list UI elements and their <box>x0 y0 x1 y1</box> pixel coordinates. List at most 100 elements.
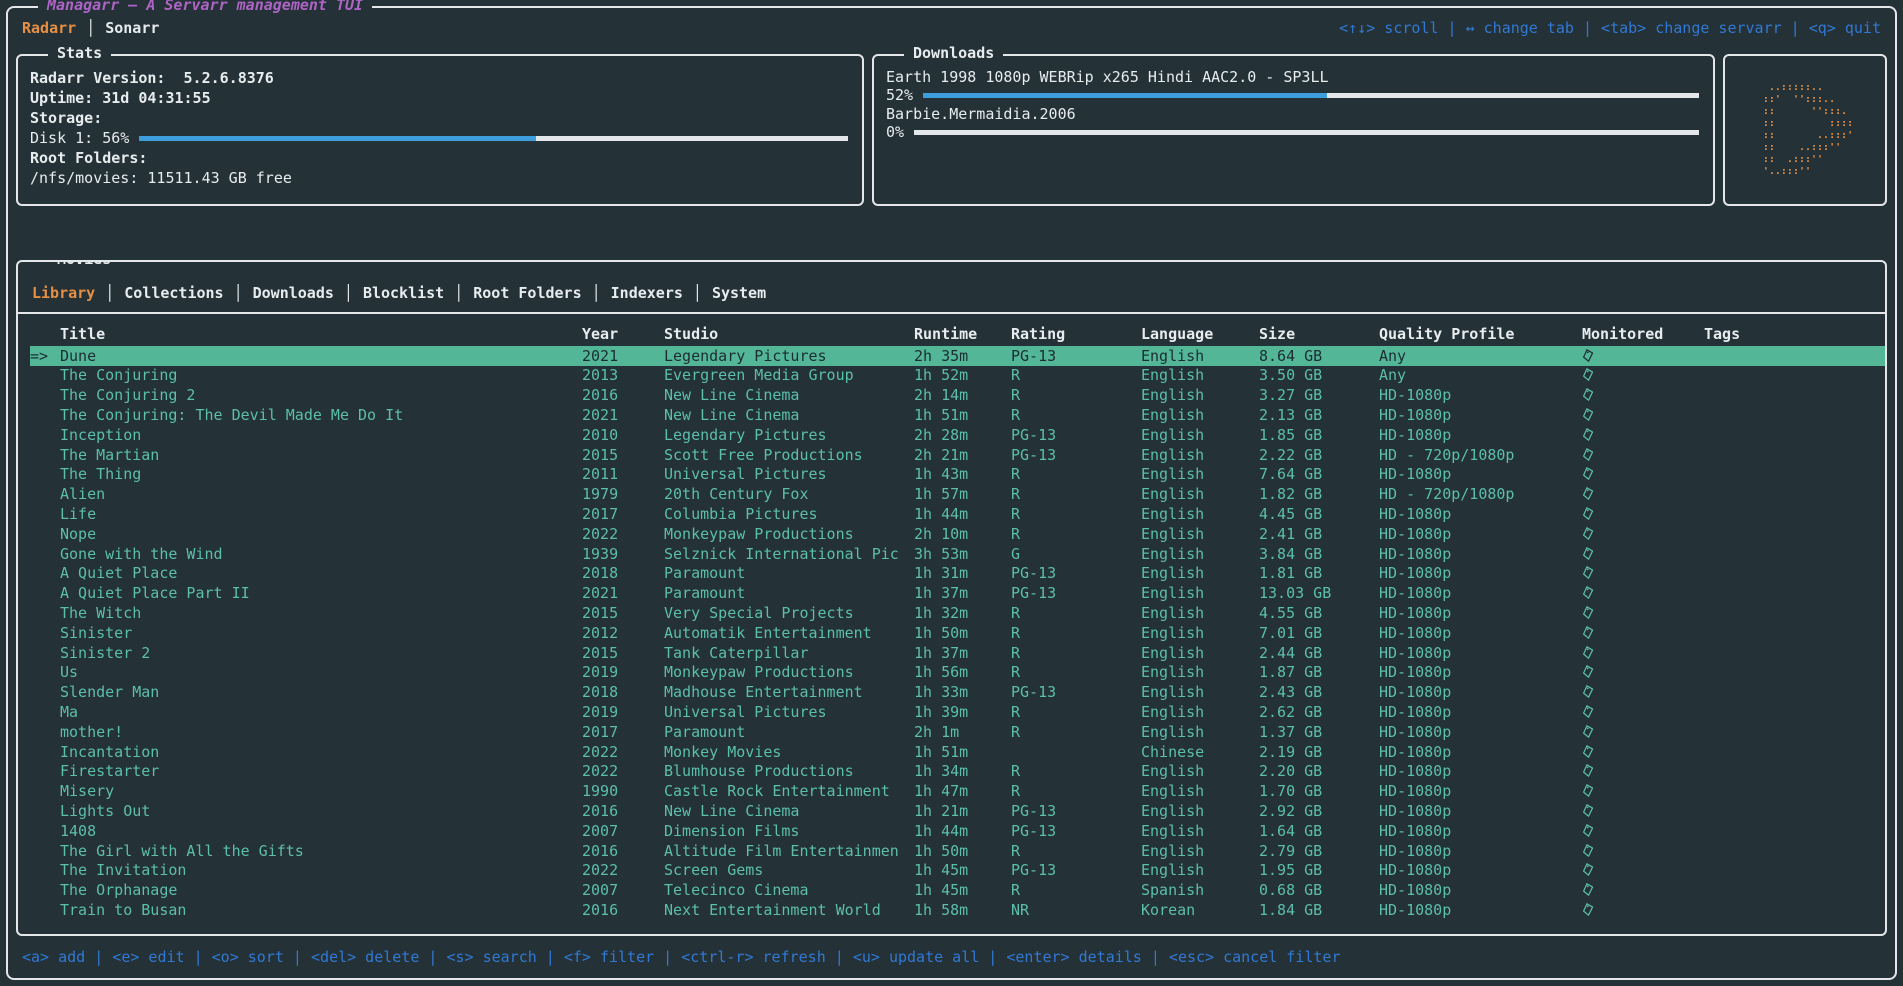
movie-title: Misery <box>60 782 582 800</box>
movie-studio: Paramount <box>664 584 914 602</box>
tag-icon <box>1582 427 1595 442</box>
movie-year: 2018 <box>582 683 664 701</box>
tab-system[interactable]: System <box>712 284 766 302</box>
table-row[interactable]: Alien197920th Century Fox1h 57mREnglish1… <box>30 484 1885 504</box>
table-row[interactable]: The Martian2015Scott Free Productions2h … <box>30 445 1885 465</box>
table-row[interactable]: The Witch2015Very Special Projects1h 32m… <box>30 603 1885 623</box>
col-language: Language <box>1141 325 1259 343</box>
movie-runtime: 2h 28m <box>914 426 1011 444</box>
movie-language: English <box>1141 842 1259 860</box>
movie-quality-profile: HD-1080p <box>1379 782 1582 800</box>
movie-year: 2011 <box>582 465 664 483</box>
tab-separator: │ <box>582 284 611 302</box>
movie-language: English <box>1141 465 1259 483</box>
table-row[interactable]: Slender Man2018Madhouse Entertainment1h … <box>30 682 1885 702</box>
movie-year: 1990 <box>582 782 664 800</box>
movie-studio: Legendary Pictures <box>664 426 914 444</box>
managarr-play-logo-icon: ..:::::.. ::' '':::.. :: '':::. :: :::: … <box>1757 82 1853 178</box>
movie-rating: R <box>1011 782 1141 800</box>
table-row[interactable]: The Orphanage2007Telecinco Cinema1h 45mR… <box>30 880 1885 900</box>
download-progressbar <box>914 130 1699 135</box>
tag-icon <box>1582 526 1595 541</box>
movie-size: 1.70 GB <box>1259 782 1379 800</box>
tag-icon <box>1582 862 1595 877</box>
movie-runtime: 1h 45m <box>914 861 1011 879</box>
movie-language: English <box>1141 782 1259 800</box>
table-row[interactable]: Misery1990Castle Rock Entertainment1h 47… <box>30 781 1885 801</box>
movie-studio: Madhouse Entertainment <box>664 683 914 701</box>
table-row[interactable]: The Conjuring 22016New Line Cinema2h 14m… <box>30 385 1885 405</box>
table-row[interactable]: Sinister 22015Tank Caterpillar1h 37mREng… <box>30 643 1885 663</box>
movie-title: Gone with the Wind <box>60 545 582 563</box>
download-item-name: Earth 1998 1080p WEBRip x265 Hindi AAC2.… <box>886 68 1701 87</box>
movie-language: English <box>1141 505 1259 523</box>
table-row[interactable]: Nope2022Monkeypaw Productions2h 10mREngl… <box>30 524 1885 544</box>
table-row[interactable]: Train to Busan2016Next Entertainment Wor… <box>30 900 1885 920</box>
table-row[interactable]: Lights Out2016New Line Cinema1h 21mPG-13… <box>30 801 1885 821</box>
movie-language: English <box>1141 663 1259 681</box>
movie-title: Slender Man <box>60 683 582 701</box>
table-row[interactable]: The Invitation2022Screen Gems1h 45mPG-13… <box>30 861 1885 881</box>
table-row[interactable]: Incantation2022Monkey Movies1h 51mChines… <box>30 742 1885 762</box>
movie-studio: Automatik Entertainment <box>664 624 914 642</box>
stats-panel-title: Stats <box>48 44 111 62</box>
movie-monitored <box>1582 446 1704 464</box>
table-row[interactable]: mother!2017Paramount2h 1mREnglish1.37 GB… <box>30 722 1885 742</box>
tab-collections[interactable]: Collections <box>124 284 223 302</box>
movie-title: Ma <box>60 703 582 721</box>
movie-monitored <box>1582 683 1704 701</box>
movie-title: The Orphanage <box>60 881 582 899</box>
movie-year: 2022 <box>582 762 664 780</box>
tab-downloads[interactable]: Downloads <box>253 284 334 302</box>
tab-root-folders[interactable]: Root Folders <box>473 284 581 302</box>
table-row[interactable]: Life2017Columbia Pictures1h 44mREnglish4… <box>30 504 1885 524</box>
tag-icon <box>1582 348 1595 363</box>
tab-indexers[interactable]: Indexers <box>611 284 683 302</box>
table-row[interactable]: Inception2010Legendary Pictures2h 28mPG-… <box>30 425 1885 445</box>
movie-language: English <box>1141 703 1259 721</box>
movie-quality-profile: HD-1080p <box>1379 525 1582 543</box>
col-year: Year <box>582 325 664 343</box>
table-row[interactable]: The Conjuring2013Evergreen Media Group1h… <box>30 366 1885 386</box>
movie-size: 2.44 GB <box>1259 644 1379 662</box>
movie-rating: R <box>1011 703 1141 721</box>
movie-studio: New Line Cinema <box>664 386 914 404</box>
tag-icon <box>1582 585 1595 600</box>
movie-studio: Blumhouse Productions <box>664 762 914 780</box>
tab-sonarr[interactable]: Sonarr <box>105 19 159 37</box>
movie-studio: Altitude Film Entertainmen <box>664 842 914 860</box>
table-row[interactable]: Sinister2012Automatik Entertainment1h 50… <box>30 623 1885 643</box>
movie-quality-profile: HD-1080p <box>1379 802 1582 820</box>
table-row[interactable]: The Conjuring: The Devil Made Me Do It20… <box>30 405 1885 425</box>
movie-quality-profile: HD-1080p <box>1379 861 1582 879</box>
movie-year: 2016 <box>582 842 664 860</box>
movie-size: 2.62 GB <box>1259 703 1379 721</box>
tab-library[interactable]: Library <box>32 284 95 302</box>
tag-icon <box>1582 902 1595 917</box>
table-row[interactable]: The Girl with All the Gifts2016Altitude … <box>30 841 1885 861</box>
movie-size: 13.03 GB <box>1259 584 1379 602</box>
root-folders-label: Root Folders: <box>30 148 147 168</box>
table-row[interactable]: The Thing2011Universal Pictures1h 43mREn… <box>30 465 1885 485</box>
tab-radarr[interactable]: Radarr <box>22 19 76 37</box>
table-row[interactable]: Gone with the Wind1939Selznick Internati… <box>30 544 1885 564</box>
movie-studio: Monkeypaw Productions <box>664 525 914 543</box>
movie-size: 1.81 GB <box>1259 564 1379 582</box>
table-row[interactable]: Ma2019Universal Pictures1h 39mREnglish2.… <box>30 702 1885 722</box>
disk-usage-progressbar <box>139 136 848 141</box>
tab-blocklist[interactable]: Blocklist <box>363 284 444 302</box>
tag-icon <box>1582 387 1595 402</box>
movie-size: 2.43 GB <box>1259 683 1379 701</box>
table-row[interactable]: A Quiet Place Part II2021Paramount1h 37m… <box>30 583 1885 603</box>
movies-table-header: TitleYearStudioRuntimeRatingLanguageSize… <box>30 324 1885 344</box>
movie-title: The Witch <box>60 604 582 622</box>
movie-runtime: 2h 14m <box>914 386 1011 404</box>
movie-language: English <box>1141 525 1259 543</box>
table-row[interactable]: Firestarter2022Blumhouse Productions1h 3… <box>30 762 1885 782</box>
table-row[interactable]: A Quiet Place2018Paramount1h 31mPG-13Eng… <box>30 564 1885 584</box>
table-row[interactable]: 14082007Dimension Films1h 44mPG-13Englis… <box>30 821 1885 841</box>
table-row[interactable]: =>Dune2021Legendary Pictures2h 35mPG-13E… <box>30 346 1885 366</box>
col-runtime: Runtime <box>914 325 1011 343</box>
movie-size: 2.92 GB <box>1259 802 1379 820</box>
table-row[interactable]: Us2019Monkeypaw Productions1h 56mREnglis… <box>30 663 1885 683</box>
